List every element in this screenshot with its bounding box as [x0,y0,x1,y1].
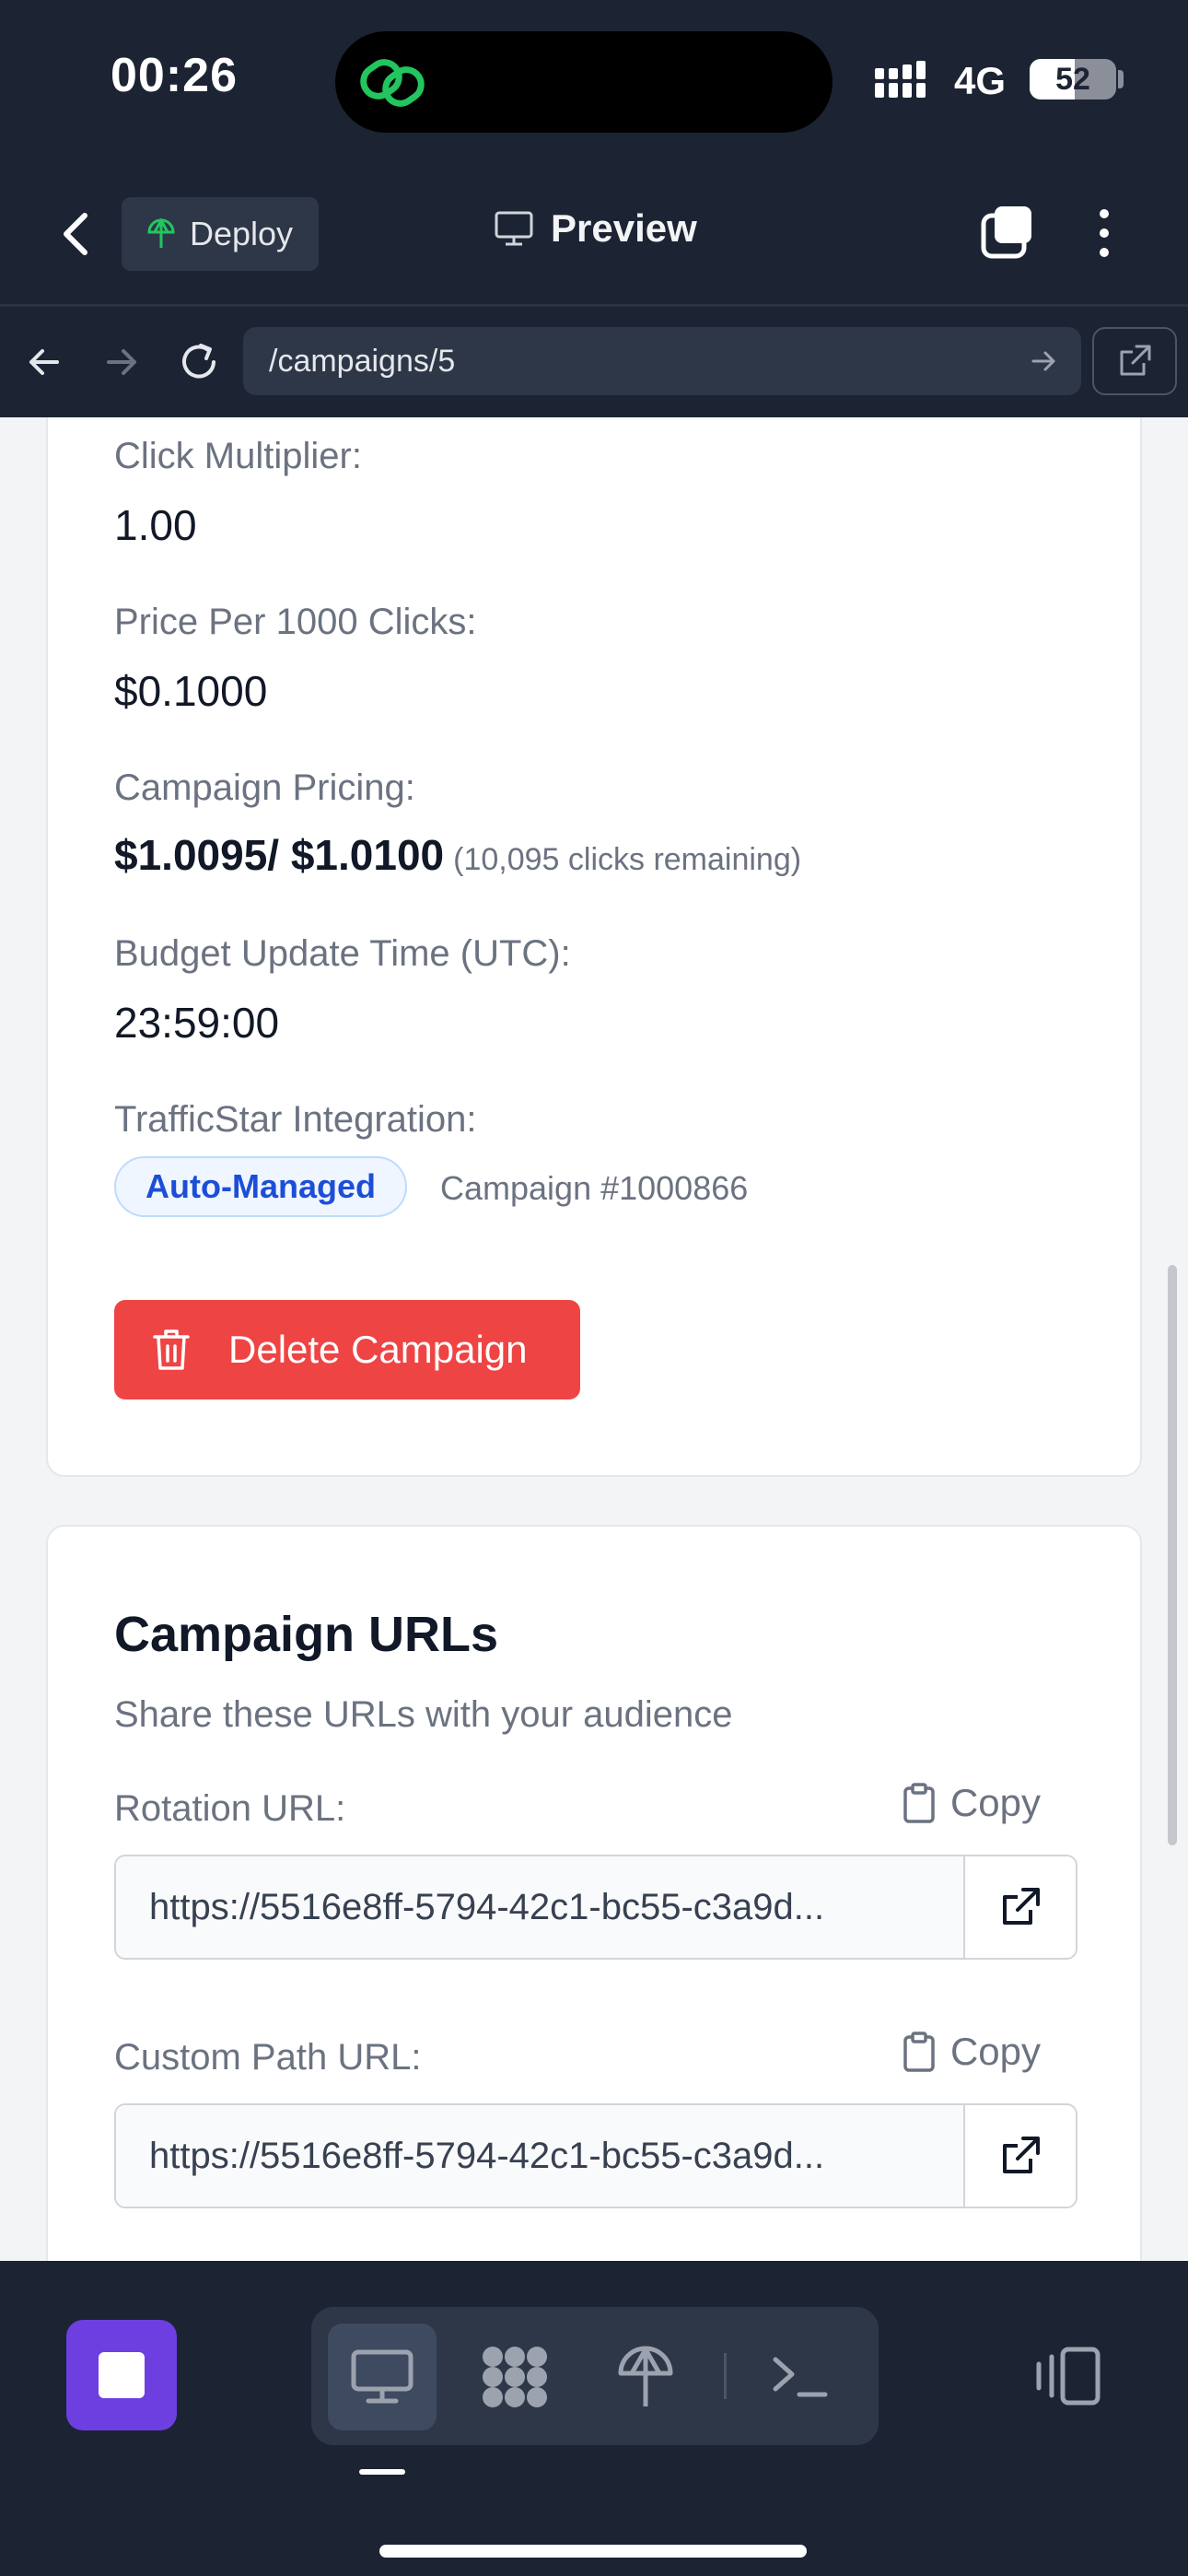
stop-icon [99,2352,145,2398]
copy-label: Copy [949,1781,1041,1824]
delete-label: Delete Campaign [228,1328,528,1371]
click-multiplier-label: Click Multiplier: [114,436,362,476]
page-content[interactable]: Click Multiplier: 1.00 Price Per 1000 Cl… [0,417,1188,2261]
budget-label: Budget Update Time (UTC): [114,933,571,974]
address-text: /campaigns/5 [269,343,456,379]
custom-url-field[interactable]: https://5516e8ff-5794-42c1-bc55-c3a9d... [114,2103,1077,2208]
layout-icon[interactable] [1031,2344,1105,2408]
open-custom-url-button[interactable] [965,2105,1076,2207]
terminal-icon [773,2357,828,2397]
app-header: 00:26 4G 52 Deploy Preview [0,0,1188,307]
custom-url-label: Custom Path URL: [114,2037,422,2078]
preview-label: Preview [551,206,697,250]
reload-icon[interactable] [173,336,225,388]
arrow-right-icon[interactable] [96,336,147,388]
deploy-label: Deploy [190,215,294,252]
pricing-value: $1.0095/ $1.0100 [114,831,445,879]
copy-rotation-button[interactable]: Copy [901,1781,1041,1825]
external-link-icon [1003,1888,1040,1925]
battery-level: 52 [1055,62,1090,97]
copy-label: Copy [949,2030,1041,2073]
scrollbar[interactable] [1168,1265,1177,1845]
app-logo-icon [360,59,425,107]
price-value: $0.1000 [114,667,268,715]
trash-icon [153,1329,190,1370]
dynamic-island [335,31,833,133]
home-indicator[interactable] [379,2545,807,2558]
open-rotation-url-button[interactable] [965,1856,1076,1958]
external-link-icon [1120,345,1151,376]
open-external-button[interactable] [1092,327,1177,395]
tabs-icon[interactable] [980,205,1035,262]
tool-separator [724,2353,727,2399]
browser-bar: /campaigns/5 [0,307,1188,417]
bottom-toolbar [0,2261,1188,2576]
integration-label: TrafficStar Integration: [114,1099,477,1140]
pricing-note: (10,095 clicks remaining) [453,842,802,877]
network-type: 4G [954,59,1007,102]
battery-tip [1118,70,1124,88]
battery-indicator: 52 [1030,59,1116,100]
stop-button[interactable] [66,2320,177,2430]
campaign-urls-card: Campaign URLs Share these URLs with your… [46,1525,1142,2261]
monitor-icon [495,211,533,246]
deploy-button[interactable]: Deploy [122,197,319,271]
rotation-url-label: Rotation URL: [114,1788,346,1829]
pricing-value-row: $1.0095/ $1.0100 (10,095 clicks remaining… [114,830,801,880]
preview-tab[interactable]: Preview [494,206,697,251]
status-badge: Auto-Managed [114,1156,407,1217]
price-label: Price Per 1000 Clicks: [114,602,477,642]
external-link-icon [1003,2137,1040,2173]
card-subtitle: Share these URLs with your audience [114,1694,733,1735]
rotation-url-input[interactable]: https://5516e8ff-5794-42c1-bc55-c3a9d... [116,1856,965,1958]
active-tool-indicator [359,2469,405,2475]
clipboard-icon [903,2032,935,2072]
more-icon[interactable] [1083,205,1125,262]
back-icon[interactable] [53,206,99,262]
copy-custom-button[interactable]: Copy [901,2030,1041,2074]
click-multiplier-value: 1.00 [114,501,197,549]
address-bar[interactable]: /campaigns/5 [243,327,1081,395]
deploy-icon [147,218,175,248]
card-title: Campaign URLs [114,1607,499,1662]
deploy-icon [618,2346,673,2406]
signal-icon [875,61,926,98]
go-arrow-icon[interactable] [1028,345,1059,377]
apps-icon [483,2347,547,2407]
clipboard-icon [903,1783,935,1823]
pricing-label: Campaign Pricing: [114,767,415,808]
terminal-tool[interactable] [746,2324,855,2430]
custom-url-input[interactable]: https://5516e8ff-5794-42c1-bc55-c3a9d... [116,2105,965,2207]
campaign-details-card: Click Multiplier: 1.00 Price Per 1000 Cl… [46,417,1142,1477]
status-time: 00:26 [111,49,238,102]
deploy-tool[interactable] [591,2324,700,2430]
rotation-url-field[interactable]: https://5516e8ff-5794-42c1-bc55-c3a9d... [114,1855,1077,1960]
webview-tool[interactable] [328,2324,437,2430]
apps-tool[interactable] [460,2324,569,2430]
delete-campaign-button[interactable]: Delete Campaign [114,1300,580,1399]
arrow-left-icon[interactable] [18,336,70,388]
integration-campaign: Campaign #1000866 [440,1169,749,1207]
webview-icon [351,2349,413,2404]
budget-value: 23:59:00 [114,999,280,1047]
tool-group [311,2307,879,2445]
